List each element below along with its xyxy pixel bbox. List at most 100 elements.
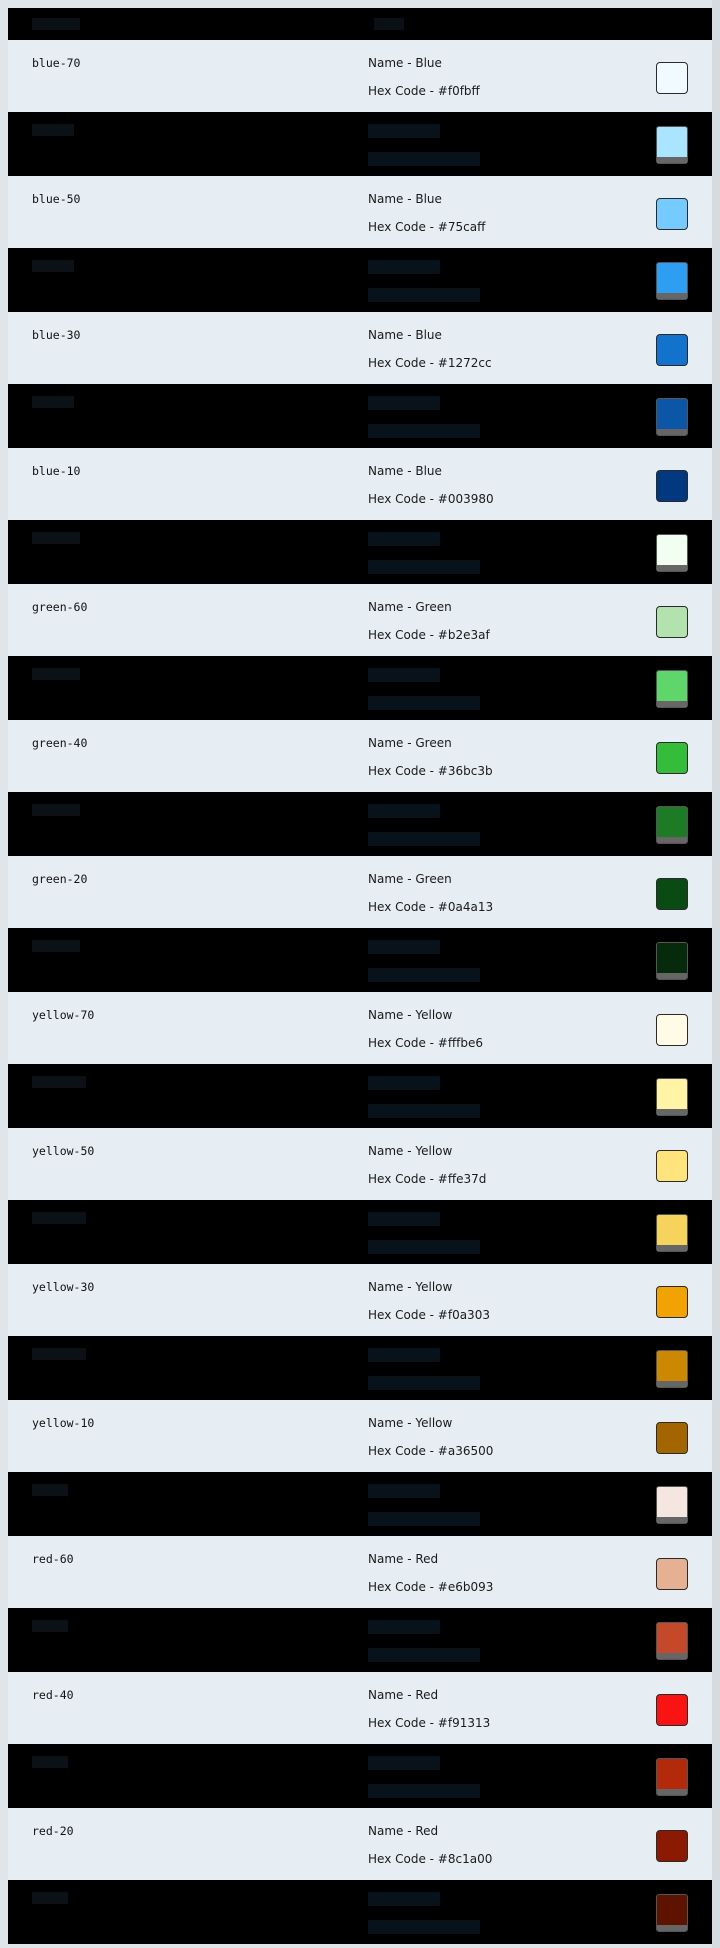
hex-code-redacted — [368, 288, 480, 302]
token-name-redacted — [32, 1212, 86, 1224]
hex-code-redacted — [368, 152, 480, 166]
hex-code: Hex Code - #f91313 — [368, 1716, 491, 1730]
table-row — [8, 1880, 712, 1944]
token-name-redacted — [32, 940, 80, 952]
color-swatch — [656, 1078, 688, 1116]
color-swatch — [656, 1286, 688, 1318]
token-name-redacted — [32, 260, 74, 272]
color-name-redacted — [368, 532, 440, 546]
color-name-redacted — [368, 1756, 440, 1770]
table-row — [8, 1608, 712, 1672]
token-name-redacted — [32, 1076, 86, 1088]
token-name: red-20 — [32, 1824, 74, 1838]
color-name: Name - Blue — [368, 192, 442, 206]
table-row — [8, 112, 712, 176]
color-swatch — [656, 1694, 688, 1726]
table-row — [8, 1336, 712, 1400]
hex-code: Hex Code - #36bc3b — [368, 764, 493, 778]
color-name: Name - Yellow — [368, 1008, 453, 1022]
table-row — [8, 384, 712, 448]
table-row: yellow-30 Name - Yellow Hex Code - #f0a303 — [8, 1264, 712, 1336]
color-name: Name - Red — [368, 1552, 439, 1566]
table-row — [8, 1472, 712, 1536]
hex-code: Hex Code - #a36500 — [368, 1444, 494, 1458]
color-name: Name - Red — [368, 1824, 439, 1838]
table-row — [8, 928, 712, 992]
token-name-redacted — [32, 1348, 86, 1360]
color-swatch — [656, 334, 688, 366]
hex-code: Hex Code - #003980 — [368, 492, 494, 506]
color-swatch — [656, 1350, 688, 1388]
token-name: red-40 — [32, 1688, 74, 1702]
token-name: yellow-50 — [32, 1144, 95, 1158]
hex-code-redacted — [368, 696, 480, 710]
token-name: green-20 — [32, 872, 88, 886]
color-name: Name - Yellow — [368, 1280, 453, 1294]
color-swatch — [656, 534, 688, 572]
header-value-label — [374, 18, 404, 30]
scrollbar[interactable] — [712, 0, 720, 1948]
color-token-table: blue-70 Name - Blue Hex Code - #f0fbff blue… — [0, 0, 720, 1948]
color-name-redacted — [368, 396, 440, 410]
table-row — [8, 248, 712, 312]
color-name: Name - Red — [368, 1688, 439, 1702]
color-name: Name - Green — [368, 736, 452, 750]
color-name-redacted — [368, 260, 440, 274]
hex-code-redacted — [368, 1240, 480, 1254]
hex-code: Hex Code - #75caff — [368, 220, 486, 234]
color-name: Name - Blue — [368, 328, 442, 342]
color-swatch — [656, 126, 688, 164]
color-name: Name - Yellow — [368, 1144, 453, 1158]
color-swatch — [656, 470, 688, 502]
table-row — [8, 792, 712, 856]
color-name: Name - Blue — [368, 464, 442, 478]
color-swatch — [656, 606, 688, 638]
color-name-redacted — [368, 940, 440, 954]
token-name-redacted — [32, 1620, 68, 1632]
hex-code: Hex Code - #f0a303 — [368, 1308, 490, 1322]
table-row: yellow-10 Name - Yellow Hex Code - #a36500 — [8, 1400, 712, 1472]
color-name-redacted — [368, 1076, 440, 1090]
color-swatch — [656, 742, 688, 774]
color-swatch — [656, 62, 688, 94]
color-name-redacted — [368, 1892, 440, 1906]
table-row: red-20 Name - Red Hex Code - #8c1a00 — [8, 1808, 712, 1880]
token-name: blue-70 — [32, 56, 81, 70]
token-name-redacted — [32, 668, 80, 680]
hex-code: Hex Code - #8c1a00 — [368, 1852, 493, 1866]
color-swatch — [656, 1486, 688, 1524]
token-name: yellow-30 — [32, 1280, 95, 1294]
token-name: green-40 — [32, 736, 88, 750]
hex-code: Hex Code - #ffe37d — [368, 1172, 487, 1186]
color-name: Name - Yellow — [368, 1416, 453, 1430]
color-swatch — [656, 1558, 688, 1590]
hex-code: Hex Code - #e6b093 — [368, 1580, 494, 1594]
hex-code-redacted — [368, 1648, 480, 1662]
color-swatch — [656, 262, 688, 300]
color-name: Name - Blue — [368, 56, 442, 70]
table-row: blue-50 Name - Blue Hex Code - #75caff — [8, 176, 712, 248]
color-swatch — [656, 1894, 688, 1932]
color-swatch — [656, 670, 688, 708]
color-name-redacted — [368, 668, 440, 682]
token-name-redacted — [32, 124, 74, 136]
table-row — [8, 1064, 712, 1128]
token-name: blue-50 — [32, 192, 81, 206]
hex-code-redacted — [368, 1104, 480, 1118]
hex-code: Hex Code - #f0fbff — [368, 84, 480, 98]
token-name-redacted — [32, 1484, 68, 1496]
color-swatch — [656, 1830, 688, 1862]
token-name: yellow-70 — [32, 1008, 95, 1022]
hex-code-redacted — [368, 1376, 480, 1390]
color-swatch — [656, 198, 688, 230]
color-name-redacted — [368, 804, 440, 818]
color-swatch — [656, 1422, 688, 1454]
hex-code: Hex Code - #1272cc — [368, 356, 492, 370]
table-row — [8, 1200, 712, 1264]
hex-code-redacted — [368, 1920, 480, 1934]
token-name-redacted — [32, 396, 74, 408]
color-name: Name - Green — [368, 872, 452, 886]
table-row: blue-10 Name - Blue Hex Code - #003980 — [8, 448, 712, 520]
color-swatch — [656, 878, 688, 910]
table-row: blue-30 Name - Blue Hex Code - #1272cc — [8, 312, 712, 384]
